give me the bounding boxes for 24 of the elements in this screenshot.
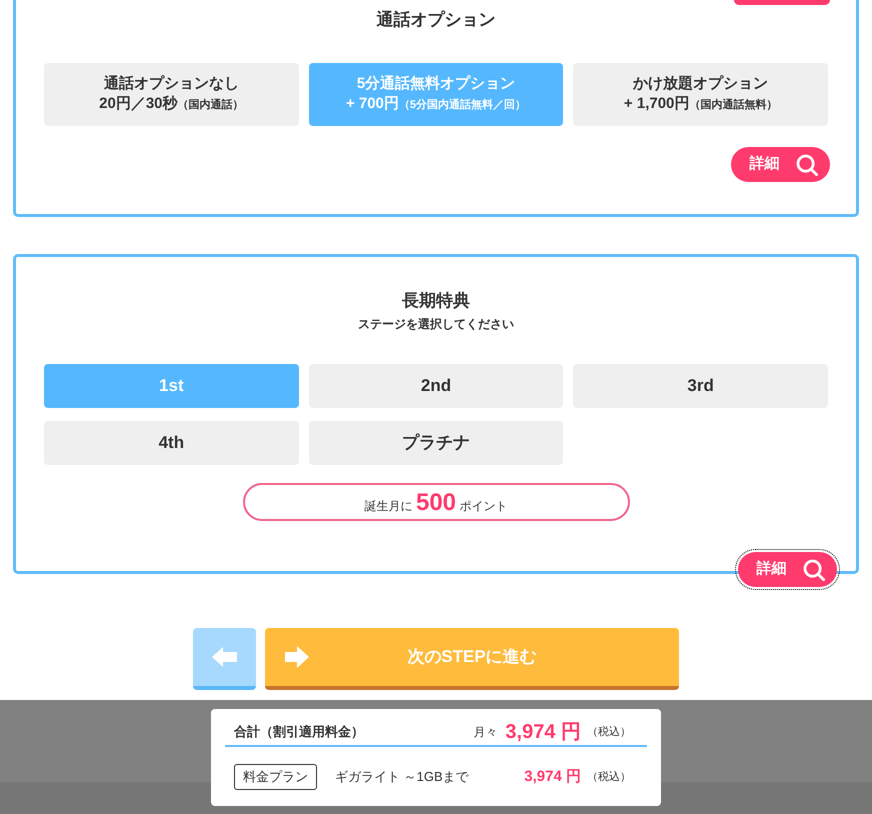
search-icon xyxy=(796,154,818,176)
stage-button[interactable]: 4th xyxy=(44,421,299,465)
tax-note: （税込） xyxy=(587,724,631,740)
reward-banner: 誕生月に 500 ポイント xyxy=(242,483,630,521)
tax-note: （税込） xyxy=(587,770,631,785)
search-icon xyxy=(802,558,824,580)
back-button[interactable] xyxy=(193,628,256,690)
call-option-button[interactable]: 通話オプションなし 20円／30秒（国内通話） xyxy=(44,63,299,126)
stage-button[interactable]: 2nd xyxy=(308,364,564,408)
monthly-label: 月々 xyxy=(473,724,498,741)
plan-amount: 3,974 円 xyxy=(524,766,581,787)
section-title: 通話オプション xyxy=(376,9,496,31)
total-label: 合計（割引適用料金） xyxy=(234,723,364,742)
plan-name: ギガライト ～1GBまで xyxy=(335,768,469,786)
detail-button[interactable] xyxy=(734,0,830,5)
stage-button[interactable]: 3rd xyxy=(573,364,828,408)
arrow-left-icon xyxy=(212,647,237,667)
arrow-right-icon xyxy=(285,646,309,668)
plan-tag: 料金プラン xyxy=(234,764,317,790)
section-title: 長期特典 xyxy=(401,290,471,312)
stage-button[interactable]: プラチナ xyxy=(308,421,564,465)
total-amount: 3,974 円 xyxy=(505,720,581,745)
section-subtitle: ステージを選択してください xyxy=(357,316,515,332)
call-option-button[interactable]: かけ放題オプション + 1,700円（国内通話無料） xyxy=(573,63,828,126)
